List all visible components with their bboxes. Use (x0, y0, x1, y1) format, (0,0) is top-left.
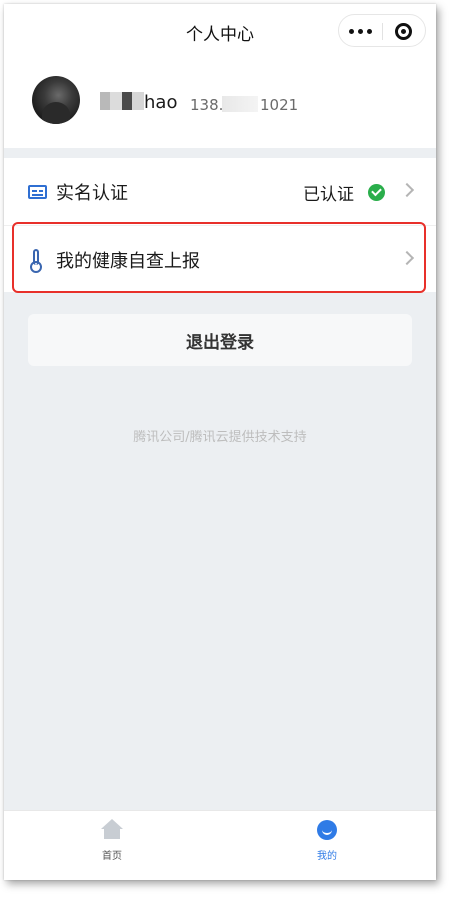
logout-button[interactable]: 退出登录 (28, 314, 412, 366)
user-name: hao (144, 92, 178, 113)
tab-bar: 首页 我的 (4, 810, 436, 880)
name-redacted (100, 90, 144, 112)
mini-program-capsule (338, 14, 426, 47)
phone-screen: 个人中心 hao 138. 1021 实名认证 已认证 我的健康自查上报 退出登… (4, 4, 436, 880)
phone-redacted (222, 96, 258, 112)
navigation-bar: 个人中心 (4, 4, 436, 56)
home-icon (101, 819, 123, 841)
phone-prefix: 138. (190, 96, 224, 114)
tab-mine[interactable]: 我的 (287, 811, 367, 880)
avatar[interactable] (32, 76, 80, 124)
menu-list: 实名认证 已认证 我的健康自查上报 (4, 158, 436, 293)
check-circle-icon (368, 184, 385, 201)
tech-support-note: 腾讯公司/腾讯云提供技术支持 (133, 430, 307, 445)
tab-label: 我的 (317, 851, 337, 862)
chevron-right-icon (399, 182, 415, 198)
more-dots-icon[interactable] (339, 15, 382, 48)
target-close-icon[interactable] (383, 15, 426, 48)
id-card-icon (28, 185, 47, 199)
phone-suffix: 1021 (260, 96, 299, 114)
tab-label: 首页 (102, 851, 122, 862)
verification-status: 已认证 (303, 185, 354, 205)
tab-home[interactable]: 首页 (72, 811, 152, 880)
list-item-real-name-verification[interactable]: 实名认证 已认证 (4, 158, 436, 225)
smile-user-icon (317, 820, 337, 840)
list-item-label: 实名认证 (56, 183, 128, 204)
highlight-box (12, 222, 426, 293)
user-profile-card[interactable]: hao 138. 1021 (4, 56, 436, 148)
